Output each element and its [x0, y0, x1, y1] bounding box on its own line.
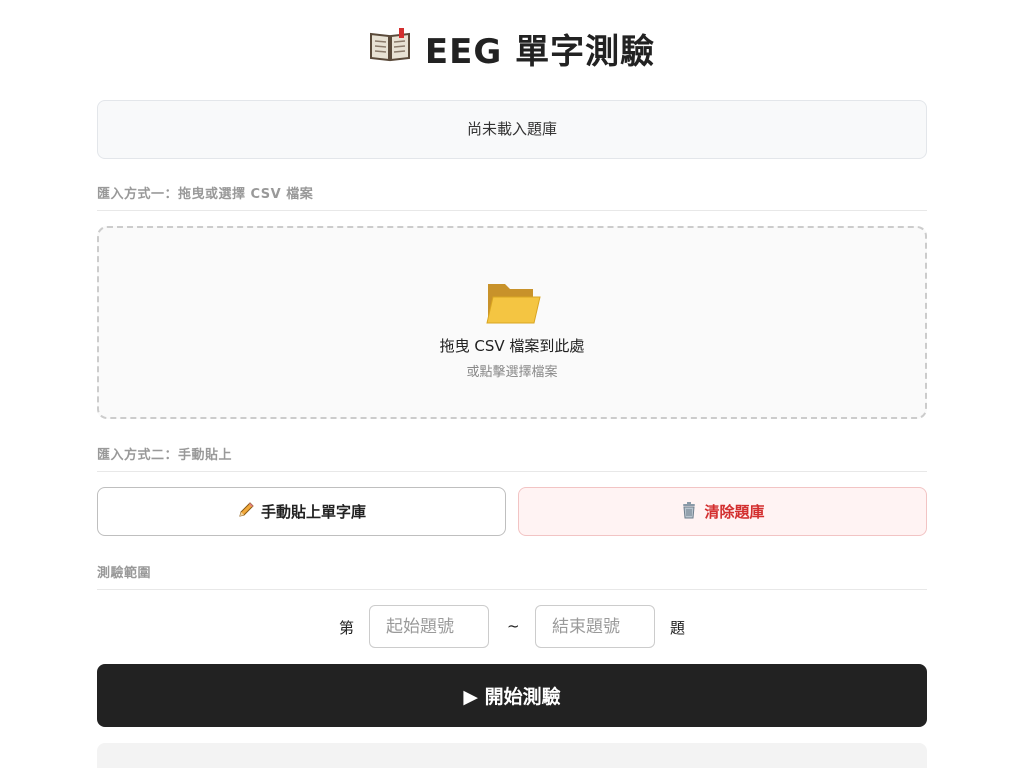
range-separator: ~ [507, 617, 520, 635]
folder-icon [485, 280, 541, 330]
range-row: 第 ~ 題 [0, 605, 1024, 648]
status-text: 尚未載入題庫 [466, 120, 557, 138]
end-number-input[interactable] [535, 605, 655, 648]
page-title: EEG 單字測驗 [0, 28, 1024, 74]
status-box: 尚未載入題庫 [97, 100, 927, 159]
section-label-range: 測驗範圍 [97, 565, 927, 590]
range-suffix: 題 [670, 619, 686, 637]
results-panel [97, 743, 927, 768]
quiz-page: EEG 單字測驗 尚未載入題庫 匯入方式一：拖曳或選擇 CSV 檔案 拖曳 CS… [0, 0, 1024, 768]
dropzone-sub-text: 或點擊選擇檔案 [466, 365, 558, 380]
clear-bank-button[interactable]: 清除題庫 [518, 487, 927, 536]
clear-button-label: 清除題庫 [704, 503, 765, 521]
section-label-import-csv: 匯入方式一：拖曳或選擇 CSV 檔案 [97, 186, 927, 211]
range-prefix: 第 [339, 619, 355, 637]
start-quiz-button[interactable]: ▶ 開始測驗 [97, 664, 927, 727]
csv-dropzone[interactable]: 拖曳 CSV 檔案到此處 或點擊選擇檔案 [97, 226, 927, 419]
start-number-input[interactable] [369, 605, 489, 648]
section-label-import-manual: 匯入方式二：手動貼上 [97, 447, 927, 472]
dropzone-main-text: 拖曳 CSV 檔案到此處 [439, 337, 585, 355]
trash-icon [680, 501, 698, 523]
title-text: EEG 單字測驗 [424, 32, 656, 72]
paste-button-label: 手動貼上單字庫 [260, 503, 366, 521]
pencil-icon [237, 501, 255, 523]
paste-wordlist-button[interactable]: 手動貼上單字庫 [97, 487, 506, 536]
open-book-icon [369, 28, 411, 73]
start-button-label: ▶ 開始測驗 [463, 686, 561, 708]
